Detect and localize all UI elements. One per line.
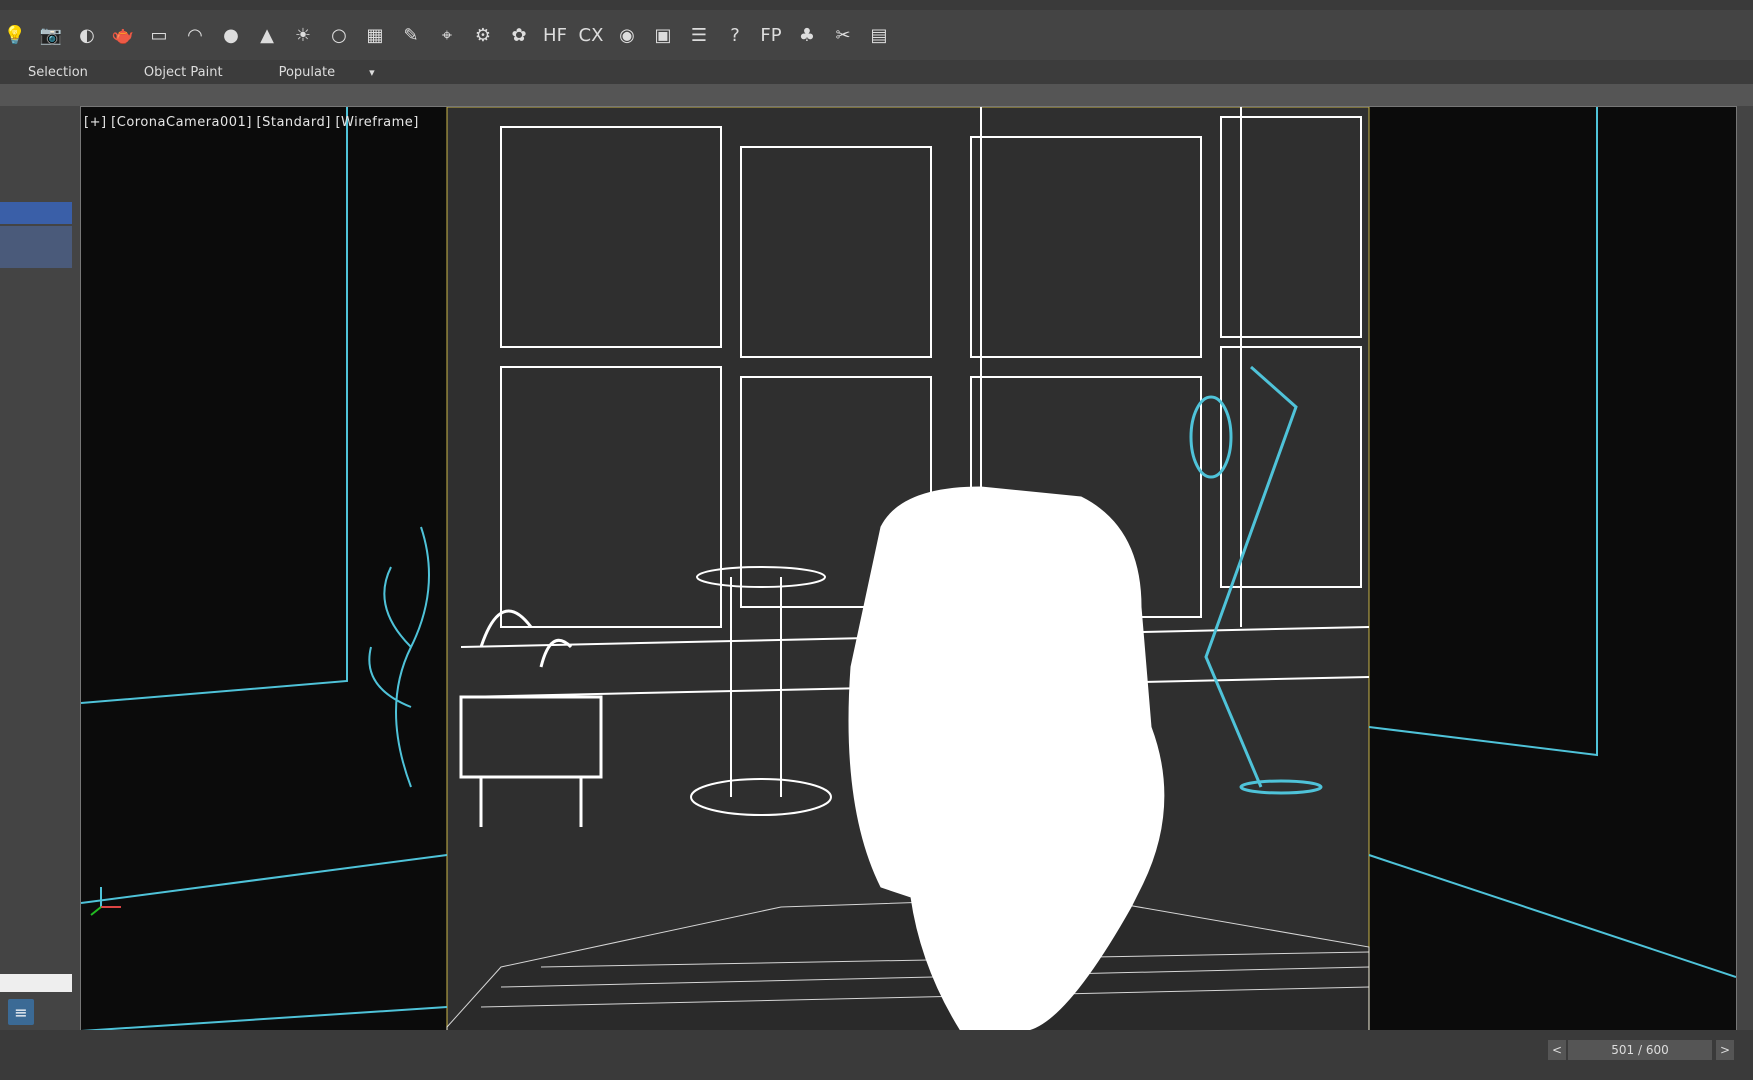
table-icon[interactable]: ▤ [864,20,894,50]
half-sphere-icon[interactable]: ◐ [72,20,102,50]
target-icon[interactable]: ⌖ [432,20,462,50]
viewport-label[interactable]: [+] [CoronaCamera001] [Standard] [Wirefr… [84,115,419,130]
tab-populate[interactable]: Populate [251,65,364,80]
ribbon-tab-bar: Selection Object Paint Populate ▾ [0,60,1753,84]
gear-icon[interactable]: ⚙ [468,20,498,50]
cone-icon[interactable]: ▲ [252,20,282,50]
sun-icon[interactable]: ☀ [288,20,318,50]
ribbon-strip [0,84,1753,106]
material-icon[interactable]: ◉ [612,20,642,50]
hf-icon[interactable]: HF [540,20,570,50]
wireframe-render [80,106,1737,1032]
teapot-render-icon[interactable]: ☰ [684,20,714,50]
fp-icon[interactable]: FP [756,20,786,50]
help-icon[interactable]: ? [720,20,750,50]
camera-icon[interactable]: 📷 [36,20,66,50]
dome-icon[interactable]: ◠ [180,20,210,50]
scene-explorer-row[interactable] [0,226,72,248]
tab-object-paint[interactable]: Object Paint [116,65,251,80]
light-bulb-icon[interactable]: 💡 [0,20,30,50]
panel-scroll-field[interactable] [0,974,72,992]
next-frame-button[interactable]: > [1716,1040,1734,1060]
title-strip [0,0,1753,10]
plant-icon[interactable]: ✿ [504,20,534,50]
grid-icon[interactable]: ▦ [360,20,390,50]
cx-icon[interactable]: CX [576,20,606,50]
main-toolbar: 💡 📷 ◐ 🫖 ▭ ◠ ● ▲ ☀ ○ ▦ ✎ ⌖ ⚙ ✿ HF CX ◉ ▣ ☰? FP ♣ ✂ ▤ [0,10,1753,61]
layers-icon[interactable]: ≡ [8,999,34,1025]
tab-selection[interactable]: Selection [0,65,116,80]
sphere-icon[interactable]: ● [216,20,246,50]
plant-outline [368,526,430,788]
scene-explorer-row-selected[interactable] [0,202,72,224]
scene-explorer-panel[interactable]: ≡ [0,106,72,1030]
wand-icon[interactable]: ✎ [396,20,426,50]
tools-icon[interactable]: ✂ [828,20,858,50]
teapot-icon[interactable]: 🫖 [108,20,138,50]
frame-counter[interactable]: 501 / 600 [1568,1040,1712,1060]
circle-icon[interactable]: ○ [324,20,354,50]
ribbon-menu-arrow-icon[interactable]: ▾ [363,66,381,79]
prev-frame-button[interactable]: < [1548,1040,1566,1060]
scene-explorer-row[interactable] [0,246,72,268]
render-icon[interactable]: ▣ [648,20,678,50]
plane-icon[interactable]: ▭ [144,20,174,50]
tree-icon[interactable]: ♣ [792,20,822,50]
viewport-camera[interactable] [80,106,1737,1032]
time-slider-bar[interactable] [0,1030,1753,1080]
